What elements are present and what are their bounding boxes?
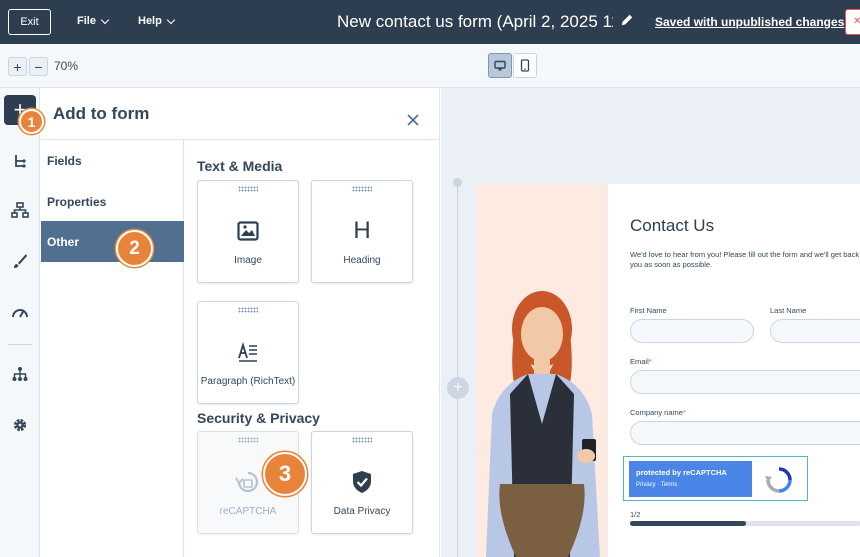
zoom-out-button[interactable]: − (29, 57, 48, 76)
chevron-down-icon (166, 15, 176, 24)
mobile-view-button[interactable] (513, 53, 537, 78)
progress-label: 1/2 (630, 510, 641, 519)
editor-canvas: + Contact Us We'd love to hear from you!… (441, 88, 860, 557)
last-name-label: Last Name (770, 306, 807, 315)
drag-handle-icon[interactable] (238, 186, 258, 192)
close-icon[interactable] (406, 113, 420, 127)
last-name-input[interactable] (770, 319, 860, 343)
contact-form: Contact Us We'd love to hear from you! P… (607, 184, 860, 557)
save-status-link[interactable]: Saved with unpublished changes (655, 15, 844, 29)
recaptcha-icon (235, 471, 259, 493)
add-step-button[interactable]: + (447, 377, 469, 399)
heading-module-card[interactable]: H Heading (311, 180, 413, 283)
form-progress-fill (630, 521, 746, 526)
data-privacy-module-label: Data Privacy (333, 506, 391, 517)
email-label: Email* (630, 357, 652, 366)
panel-content: Text & Media Image H Heading Paragraph (… (185, 140, 440, 557)
panel-tabs: Fields Properties Other (41, 140, 184, 557)
zoom-in-button[interactable]: + (8, 57, 27, 76)
sitemap-icon[interactable] (4, 195, 36, 225)
form-progress-bar (630, 521, 860, 526)
help-menu-label: Help (138, 15, 162, 27)
left-rail: + (0, 88, 40, 557)
first-name-input[interactable] (630, 319, 754, 343)
mobile-icon (520, 59, 530, 72)
contact-photo (476, 184, 607, 557)
desktop-view-button[interactable] (488, 53, 512, 78)
drag-handle-icon (238, 437, 258, 443)
add-to-form-panel: Add to form Fields Properties Other Text… (41, 88, 440, 557)
help-menu[interactable]: Help (138, 15, 176, 27)
paragraph-module-card[interactable]: Paragraph (RichText) (197, 301, 299, 404)
step-badge-1: 1 (19, 109, 44, 134)
heading-module-label: Heading (343, 255, 381, 266)
top-bar: Exit File Help New contact us form (Apri… (0, 0, 860, 44)
tree-icon[interactable] (4, 146, 36, 176)
drag-handle-icon[interactable] (352, 437, 372, 443)
gauge-icon[interactable] (4, 297, 36, 327)
recaptcha-widget: protected by reCAPTCHA Privacy · Terms (623, 456, 808, 501)
desktop-icon (494, 60, 506, 70)
recaptcha-terms-link[interactable]: Terms (661, 482, 677, 488)
company-name-input[interactable] (630, 421, 860, 445)
company-name-label: Company name* (630, 408, 686, 417)
heading-icon: H (353, 217, 371, 244)
editor-toolbar: + − 70% (0, 44, 860, 88)
email-input[interactable] (630, 370, 860, 394)
form-preview: Contact Us We'd love to hear from you! P… (476, 184, 860, 557)
file-menu-label: File (77, 15, 96, 27)
tab-fields[interactable]: Fields (41, 140, 184, 181)
tab-other[interactable]: Other (41, 221, 184, 262)
drag-handle-icon[interactable] (352, 186, 372, 192)
image-module-label: Image (234, 255, 262, 266)
drag-handle-icon[interactable] (238, 307, 258, 313)
step-badge-2: 2 (116, 230, 153, 267)
chevron-down-icon (100, 15, 110, 24)
form-title: Contact Us (630, 216, 715, 235)
paragraph-module-label: Paragraph (RichText) (200, 376, 296, 387)
section-title-text-media: Text & Media (197, 158, 283, 174)
document-title[interactable]: New contact us form (April 2, 2025 11: (337, 12, 613, 32)
exit-button[interactable]: Exit (8, 9, 51, 35)
image-module-card[interactable]: Image (197, 180, 299, 283)
data-privacy-module-card[interactable]: Data Privacy (311, 431, 413, 534)
image-icon (237, 221, 259, 241)
zoom-level: 70% (54, 59, 79, 73)
file-menu[interactable]: File (77, 15, 110, 27)
rail-divider (8, 344, 32, 345)
shield-check-icon (353, 471, 371, 493)
tab-properties[interactable]: Properties (41, 181, 184, 222)
step-badge-3: 3 (263, 452, 307, 496)
recaptcha-text: protected by reCAPTCHA (636, 468, 727, 477)
recaptcha-badge: protected by reCAPTCHA Privacy · Terms (629, 461, 752, 497)
paragraph-icon (238, 342, 257, 362)
section-title-security-privacy: Security & Privacy (197, 410, 320, 426)
gear-icon[interactable] (4, 410, 36, 440)
pencil-icon[interactable] (620, 13, 634, 27)
brush-icon[interactable] (4, 246, 36, 276)
first-name-label: First Name (630, 306, 667, 315)
hierarchy-icon[interactable] (4, 359, 36, 389)
recaptcha-privacy-link[interactable]: Privacy (636, 482, 656, 488)
recaptcha-module-label: reCAPTCHA (219, 506, 277, 517)
form-intro: We'd love to hear from you! Please fill … (630, 250, 860, 269)
panel-title: Add to form (53, 104, 150, 123)
recaptcha-logo-icon (765, 467, 792, 493)
close-editor-button[interactable]: ✕ (845, 9, 860, 35)
timeline-line (457, 183, 458, 557)
